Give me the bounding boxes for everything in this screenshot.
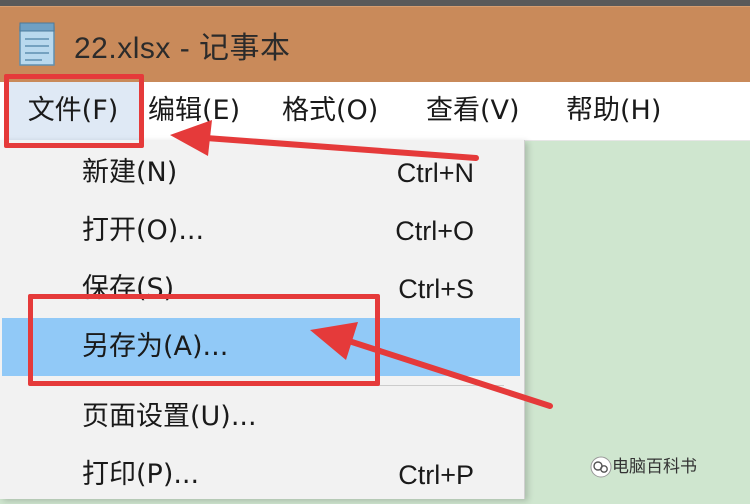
- menu-help[interactable]: 帮助(H): [566, 82, 661, 140]
- highlight-box-file-menu: [4, 74, 144, 148]
- menu-item-label: 打开(O)...: [82, 215, 205, 246]
- menu-item-shortcut: Ctrl+O: [395, 216, 474, 246]
- menu-item-shortcut: Ctrl+S: [398, 274, 474, 304]
- menu-item-page-setup[interactable]: 页面设置(U)...: [0, 388, 520, 446]
- menu-view[interactable]: 查看(V): [426, 82, 520, 140]
- window-title: 22.xlsx - 记事本: [74, 32, 291, 65]
- menu-item-print[interactable]: 打印(P)... Ctrl+P: [0, 446, 520, 504]
- wechat-icon: [590, 456, 612, 478]
- menu-item-label: 页面设置(U)...: [82, 401, 257, 432]
- title-bar: 22.xlsx - 记事本: [0, 6, 750, 83]
- menu-item-label: 打印(P)...: [82, 459, 200, 490]
- menu-item-new[interactable]: 新建(N) Ctrl+N: [0, 144, 520, 202]
- menu-item-shortcut: Ctrl+P: [398, 460, 474, 490]
- highlight-box-save-as: [28, 294, 380, 386]
- menu-item-label: 新建(N): [82, 157, 178, 188]
- menu-item-shortcut: Ctrl+N: [396, 158, 474, 188]
- notepad-icon: [19, 22, 55, 66]
- menu-item-open[interactable]: 打开(O)... Ctrl+O: [0, 202, 520, 260]
- watermark-text: 电脑百科书: [612, 457, 697, 477]
- menu-edit[interactable]: 编辑(E): [148, 82, 240, 140]
- menu-format[interactable]: 格式(O): [282, 82, 378, 140]
